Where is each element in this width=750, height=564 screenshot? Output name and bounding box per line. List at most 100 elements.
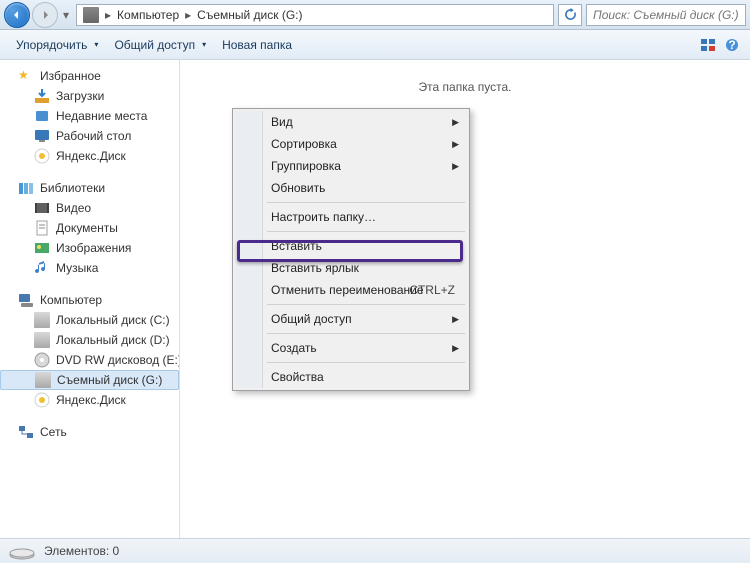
view-options-button[interactable] (698, 35, 718, 55)
help-button[interactable]: ? (722, 35, 742, 55)
libraries-icon (18, 180, 34, 196)
removable-drive-icon (35, 372, 51, 388)
menu-refresh[interactable]: Обновить (235, 177, 467, 199)
submenu-arrow-icon: ▶ (452, 314, 459, 325)
breadcrumb-drive[interactable]: Съемный диск (G:) (193, 8, 306, 22)
star-icon: ★ (18, 68, 34, 84)
forward-button[interactable] (32, 2, 58, 28)
menu-properties[interactable]: Свойства (235, 366, 467, 388)
sidebar-item-video[interactable]: Видео (0, 198, 179, 218)
status-bar: Элементов: 0 (0, 538, 750, 563)
new-folder-button[interactable]: Новая папка (214, 34, 300, 56)
libraries-header[interactable]: Библиотеки (0, 178, 179, 198)
yandex-disk-icon (34, 148, 50, 164)
downloads-icon (34, 88, 50, 104)
sidebar-item-pictures[interactable]: Изображения (0, 238, 179, 258)
favorites-header[interactable]: ★ Избранное (0, 66, 179, 86)
music-icon (34, 260, 50, 276)
sidebar-item-music[interactable]: Музыка (0, 258, 179, 278)
item-label: Музыка (56, 261, 98, 275)
sidebar-item-downloads[interactable]: Загрузки (0, 86, 179, 106)
menu-group[interactable]: Группировка ▶ (235, 155, 467, 177)
history-dropdown[interactable]: ▾ (60, 8, 72, 22)
network-icon (18, 424, 34, 440)
drive-icon (34, 312, 50, 328)
help-icon: ? (725, 38, 739, 52)
menu-label: Группировка (271, 159, 341, 173)
libraries-label: Библиотеки (40, 181, 105, 195)
menu-paste-shortcut[interactable]: Вставить ярлык (235, 257, 467, 279)
network-label: Сеть (40, 425, 67, 439)
arrow-right-icon (39, 9, 51, 21)
breadcrumb-arrow[interactable]: ▸ (183, 8, 193, 22)
menu-label: Общий доступ (271, 312, 352, 326)
submenu-arrow-icon: ▶ (452, 139, 459, 150)
drive-icon (34, 332, 50, 348)
menu-label: Отменить переименование (271, 283, 424, 297)
computer-label: Компьютер (40, 293, 102, 307)
item-label: Яндекс.Диск (56, 149, 126, 163)
menu-share[interactable]: Общий доступ ▶ (235, 308, 467, 330)
menu-create[interactable]: Создать ▶ (235, 337, 467, 359)
documents-icon (34, 220, 50, 236)
status-text: Элементов: 0 (44, 544, 119, 558)
menu-sort[interactable]: Сортировка▶ (235, 133, 467, 155)
sidebar-item-removable-g[interactable]: Съемный диск (G:) (0, 370, 179, 390)
sidebar-item-yadisk[interactable]: Яндекс.Диск (0, 146, 179, 166)
menu-label: Создать (271, 341, 317, 355)
menu-label: Обновить (271, 181, 325, 195)
favorites-label: Избранное (40, 69, 101, 83)
item-label: Изображения (56, 241, 131, 255)
navigation-bar: ▾ ▸ Компьютер ▸ Съемный диск (G:) (0, 0, 750, 30)
back-button[interactable] (4, 2, 30, 28)
sidebar-item-desktop[interactable]: Рабочий стол (0, 126, 179, 146)
sidebar-item-recent[interactable]: Недавние места (0, 106, 179, 126)
menu-customize-folder[interactable]: Настроить папку… (235, 206, 467, 228)
breadcrumb-computer[interactable]: Компьютер (113, 8, 183, 22)
arrow-left-icon (11, 9, 23, 21)
share-button[interactable]: Общий доступ (106, 34, 214, 56)
yandex-disk-icon (34, 392, 50, 408)
network-group: Сеть (0, 422, 179, 442)
menu-view[interactable]: Вид ▶ (235, 111, 467, 133)
sidebar-item-drive-d[interactable]: Локальный диск (D:) (0, 330, 179, 350)
menu-separator (267, 333, 465, 334)
network-header[interactable]: Сеть (0, 422, 179, 442)
address-bar[interactable]: ▸ Компьютер ▸ Съемный диск (G:) (76, 4, 554, 26)
desktop-icon (34, 128, 50, 144)
sidebar-item-yadisk-drive[interactable]: Яндекс.Диск (0, 390, 179, 410)
menu-separator (267, 202, 465, 203)
menu-separator (267, 231, 465, 232)
organize-button[interactable]: Упорядочить (8, 34, 106, 56)
menu-separator (267, 304, 465, 305)
menu-label: Свойства (271, 370, 324, 384)
item-label: Видео (56, 201, 91, 215)
item-label: Съемный диск (G:) (57, 373, 162, 387)
breadcrumb-arrow[interactable]: ▸ (103, 8, 113, 22)
menu-label: Вставить (271, 239, 322, 253)
toolbar: Упорядочить Общий доступ Новая папка ? (0, 30, 750, 60)
computer-header[interactable]: Компьютер (0, 290, 179, 310)
item-label: DVD RW дисковод (E:) (56, 353, 179, 367)
search-box[interactable] (586, 4, 746, 26)
computer-group: Компьютер Локальный диск (C:) Локальный … (0, 290, 179, 410)
menu-shortcut: CTRL+Z (409, 283, 455, 297)
favorites-group: ★ Избранное Загрузки Недавние места Рабо… (0, 66, 179, 166)
submenu-arrow-icon: ▶ (452, 117, 459, 128)
sidebar-item-drive-c[interactable]: Локальный диск (C:) (0, 310, 179, 330)
menu-paste[interactable]: Вставить (235, 235, 467, 257)
refresh-icon (564, 8, 577, 21)
refresh-button[interactable] (558, 4, 582, 26)
navigation-pane[interactable]: ★ Избранное Загрузки Недавние места Рабо… (0, 60, 180, 538)
submenu-arrow-icon: ▶ (452, 161, 459, 172)
menu-undo-rename[interactable]: Отменить переименованиеCTRL+Z (235, 279, 467, 301)
search-input[interactable] (593, 8, 739, 22)
sidebar-item-documents[interactable]: Документы (0, 218, 179, 238)
menu-label: Вид (271, 115, 293, 129)
submenu-arrow-icon: ▶ (452, 343, 459, 354)
video-icon (34, 200, 50, 216)
dvd-icon (34, 352, 50, 368)
computer-icon (18, 292, 34, 308)
libraries-group: Библиотеки Видео Документы Изображения М… (0, 178, 179, 278)
sidebar-item-dvd[interactable]: DVD RW дисковод (E:) (0, 350, 179, 370)
